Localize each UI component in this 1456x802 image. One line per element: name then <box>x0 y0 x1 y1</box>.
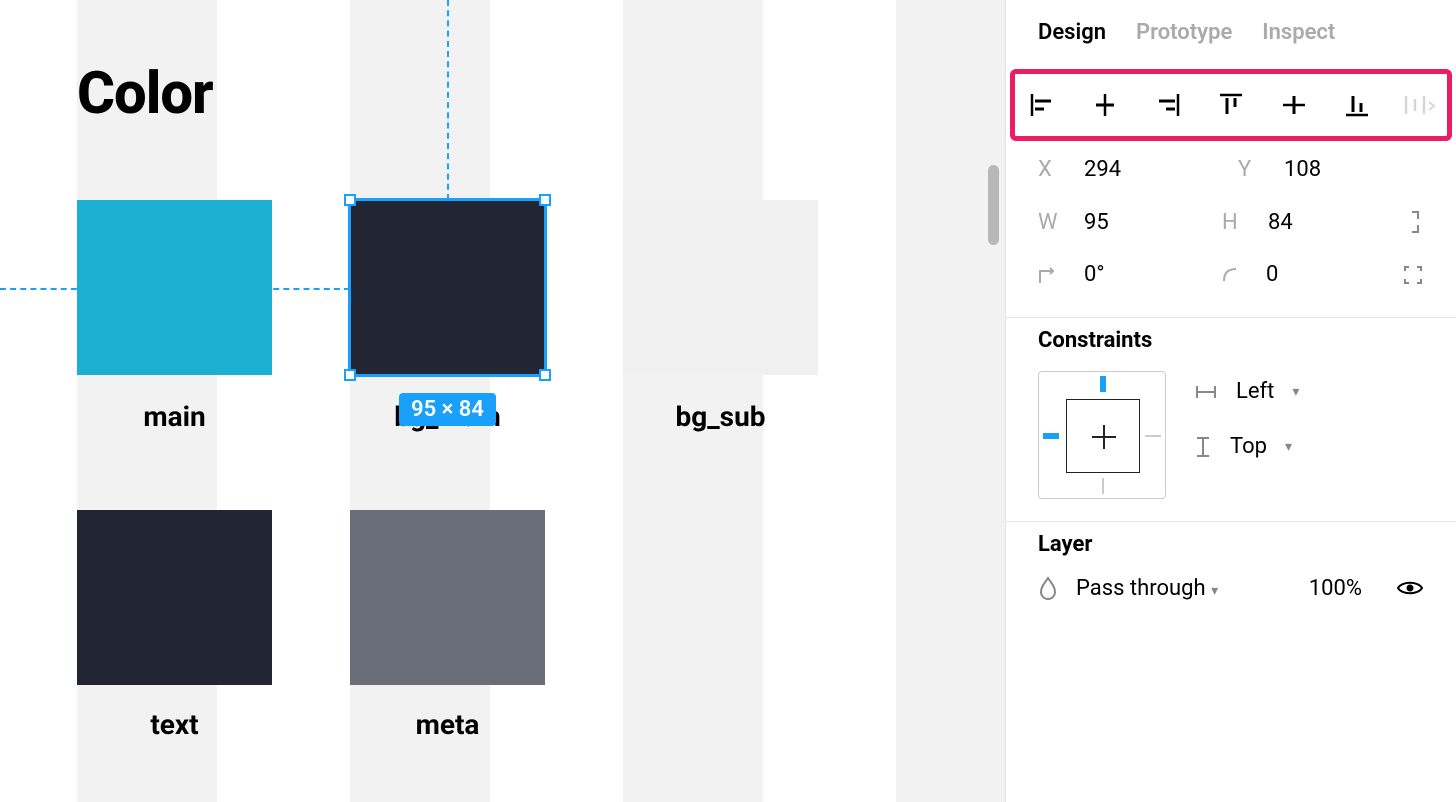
swatch-main[interactable] <box>77 200 272 375</box>
w-value[interactable]: 95 <box>1084 210 1109 235</box>
constraint-inner-box <box>1066 399 1140 473</box>
h-value[interactable]: 84 <box>1268 210 1293 235</box>
constraint-bottom-mark[interactable] <box>1102 478 1104 494</box>
y-value[interactable]: 108 <box>1284 157 1321 182</box>
canvas-title: Color <box>77 60 213 128</box>
selection-handle-se[interactable] <box>539 369 551 381</box>
swatch-meta[interactable] <box>350 510 545 685</box>
tab-design[interactable]: Design <box>1038 20 1106 45</box>
constraint-horizontal-value: Left <box>1236 379 1274 404</box>
constraint-vertical-value: Top <box>1230 434 1267 459</box>
constraint-horizontal-select[interactable]: Left ▾ <box>1194 379 1299 404</box>
align-bottom-icon[interactable] <box>1340 88 1374 122</box>
swatch-bg-sub[interactable] <box>623 200 818 375</box>
position-xy-row: X 294 Y 108 <box>1038 157 1424 182</box>
selection-handle-nw[interactable] <box>344 194 356 206</box>
selection-handle-sw[interactable] <box>344 369 356 381</box>
h-label: H <box>1222 210 1250 235</box>
swatch-box <box>77 510 272 685</box>
swatch-label-bg-sub: bg_sub <box>623 400 818 433</box>
visibility-toggle-icon[interactable] <box>1396 578 1424 598</box>
selection-handle-ne[interactable] <box>539 194 551 206</box>
constraint-top-mark[interactable] <box>1100 376 1106 392</box>
layer-title: Layer <box>1038 532 1424 557</box>
swatch-box <box>350 510 545 685</box>
selection-size-badge: 95 × 84 <box>399 393 496 426</box>
w-label: W <box>1038 210 1066 235</box>
chevron-down-icon: ▾ <box>1292 384 1299 400</box>
independent-corners-icon[interactable] <box>1402 264 1424 286</box>
rotation-radius-row: 0° 0 <box>1038 262 1424 287</box>
swatch-label-meta: meta <box>350 708 545 741</box>
corner-radius-icon <box>1220 265 1248 285</box>
vertical-scrollbar[interactable] <box>988 165 999 245</box>
vertical-pin-icon <box>1194 435 1212 459</box>
distribute-icon[interactable] <box>1403 88 1437 122</box>
layer-section: Layer Pass through ▾ 100% <box>1006 522 1456 623</box>
swatch-box <box>77 200 272 375</box>
blend-mode-value: Pass through <box>1076 576 1206 601</box>
plus-v <box>1103 425 1105 449</box>
rotation-icon <box>1038 265 1066 285</box>
canvas-area[interactable]: Color main bg_main 95 × 84 bg_sub text m… <box>0 0 1005 802</box>
opacity-value[interactable]: 100% <box>1309 576 1362 601</box>
guide-vertical <box>447 0 449 200</box>
constraint-left-mark[interactable] <box>1043 433 1059 439</box>
position-section: X 294 Y 108 W 95 H 84 <box>1006 147 1456 318</box>
constraints-widget[interactable] <box>1038 371 1166 499</box>
constraint-right-mark[interactable] <box>1145 435 1161 437</box>
y-label: Y <box>1238 157 1266 182</box>
align-right-icon[interactable] <box>1151 88 1185 122</box>
rotation-value[interactable]: 0° <box>1084 262 1105 287</box>
constraint-vertical-select[interactable]: Top ▾ <box>1194 434 1299 459</box>
radius-value[interactable]: 0 <box>1266 262 1278 287</box>
size-wh-row: W 95 H 84 <box>1038 208 1424 236</box>
constrain-proportions-icon[interactable] <box>1406 208 1424 236</box>
panel-tabs: Design Prototype Inspect <box>1006 0 1456 69</box>
tab-prototype[interactable]: Prototype <box>1136 20 1232 45</box>
chevron-down-icon: ▾ <box>1211 583 1218 599</box>
column-guide <box>896 0 1005 802</box>
blend-mode-select[interactable]: Pass through ▾ <box>1076 576 1218 601</box>
chevron-down-icon: ▾ <box>1285 439 1292 455</box>
align-center-vertical-icon[interactable] <box>1277 88 1311 122</box>
blend-mode-icon <box>1038 575 1058 601</box>
horizontal-pin-icon <box>1194 383 1218 401</box>
tab-inspect[interactable]: Inspect <box>1262 20 1335 45</box>
alignment-toolbar-highlight <box>1010 69 1452 141</box>
swatch-bg-main[interactable] <box>350 200 545 375</box>
swatch-box <box>623 200 818 375</box>
properties-panel: Design Prototype Inspect X 294 <box>1005 0 1456 802</box>
swatch-box <box>350 200 545 375</box>
swatch-text[interactable] <box>77 510 272 685</box>
align-center-horizontal-icon[interactable] <box>1088 88 1122 122</box>
align-top-icon[interactable] <box>1214 88 1248 122</box>
align-left-icon[interactable] <box>1025 88 1059 122</box>
x-label: X <box>1038 157 1066 182</box>
swatch-label-main: main <box>77 400 272 433</box>
constraints-section: Constraints Left ▾ <box>1006 318 1456 522</box>
x-value[interactable]: 294 <box>1084 157 1121 182</box>
swatch-label-text: text <box>77 708 272 741</box>
constraints-title: Constraints <box>1038 328 1424 353</box>
